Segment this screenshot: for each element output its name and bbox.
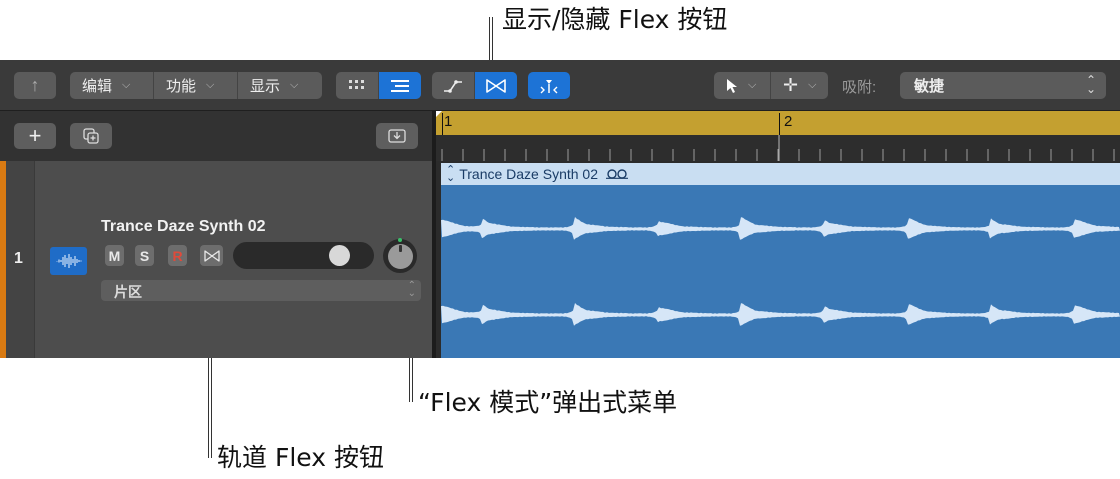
chevron-down-icon: ⌵: [290, 79, 299, 91]
region-waveform: [441, 217, 1120, 326]
loop-link-icon: [606, 169, 628, 179]
bar-marker-1: [442, 113, 443, 135]
callout-track-flex: 轨道 Flex 按钮: [217, 443, 384, 472]
view-menu[interactable]: 显示 ⌵: [238, 72, 322, 99]
bar-marker-2: [779, 113, 780, 135]
volume-slider-knob[interactable]: [329, 245, 351, 266]
collapse-tracks-button[interactable]: [376, 123, 418, 149]
record-enable-button[interactable]: R: [168, 245, 187, 266]
track-name[interactable]: Trance Daze Synth 02: [101, 218, 266, 236]
snap-mode-select[interactable]: 敏捷 ⌃ ⌄: [900, 72, 1106, 99]
grid-view-button[interactable]: [336, 72, 378, 99]
solo-button[interactable]: S: [135, 245, 154, 266]
ruler-ticks: [441, 135, 1115, 161]
track-header-toolbar: +: [0, 111, 432, 161]
snap-label: 吸附:: [842, 79, 877, 96]
list-view-button[interactable]: [378, 72, 421, 99]
flex-icon: [486, 78, 506, 93]
grid-icon: [349, 79, 364, 89]
cycle-region[interactable]: 1 2: [436, 111, 1120, 135]
flex-toggle-button[interactable]: [474, 72, 517, 99]
duplicate-icon: [83, 128, 99, 144]
chevron-down-icon: ⌵: [122, 79, 131, 91]
arrow-up-icon: ↑: [30, 75, 40, 95]
track-number: 1: [14, 250, 23, 267]
pan-knob[interactable]: [383, 238, 417, 273]
duplicate-track-button[interactable]: [70, 123, 112, 149]
add-track-button[interactable]: +: [14, 123, 56, 149]
playhead-icon: [540, 79, 558, 93]
callout-flex-toggle: 显示/隐藏 Flex 按钮: [502, 5, 728, 34]
region-header[interactable]: ⌃ ⌄ Trance Daze Synth 02: [441, 163, 1120, 185]
chevron-down-icon: ⌵: [808, 79, 817, 91]
snap-mode-value: 敏捷: [914, 78, 945, 95]
callout-flex-mode-menu: “Flex 模式”弹出式菜单: [418, 388, 678, 417]
list-icon: [391, 79, 409, 92]
track-icon[interactable]: [50, 247, 87, 275]
edit-menu[interactable]: 编辑 ⌵: [70, 72, 154, 99]
tool-group: ⌵ ✛ ⌵: [714, 72, 828, 99]
mute-label: M: [108, 247, 121, 264]
up-down-chevron-icon: ⌃ ⌄: [407, 280, 416, 299]
flex-icon: [203, 249, 220, 262]
secondary-tool-menu[interactable]: ✛ ⌵: [771, 72, 828, 99]
pointer-tool-menu[interactable]: ⌵: [714, 72, 771, 99]
chevron-down-icon: ⌵: [748, 79, 757, 91]
functions-menu[interactable]: 功能 ⌵: [154, 72, 238, 99]
plus-icon: +: [28, 123, 42, 148]
up-down-chevron-icon: ⌃ ⌄: [1085, 73, 1096, 96]
audio-region[interactable]: ⌃ ⌄ Trance Daze Synth 02: [441, 163, 1120, 358]
track-flex-button[interactable]: [200, 245, 223, 266]
catch-playhead-button[interactable]: [528, 72, 570, 99]
bar-number-1: 1: [444, 113, 453, 130]
menu-group: 编辑 ⌵ 功能 ⌵ 显示 ⌵: [70, 72, 322, 99]
logic-tracks-window: ↑ 编辑 ⌵ 功能 ⌵ 显示 ⌵ ⌵ ✛ ⌵ 吸附: 敏捷 ⌃ ⌄ + 1 Tr…: [0, 60, 1120, 358]
edit-menu-label: 编辑: [82, 78, 113, 95]
bar-number-2: 2: [784, 113, 793, 130]
ruler-start-marker: [436, 111, 442, 117]
tracks-toolbar: ↑ 编辑 ⌵ 功能 ⌵ 显示 ⌵ ⌵ ✛ ⌵ 吸附: 敏捷 ⌃ ⌄: [0, 60, 1120, 111]
audio-waveform-icon: [55, 254, 82, 268]
view-mode-group: [336, 72, 421, 99]
pointer-icon: [727, 78, 737, 93]
crosshair-icon: ✛: [783, 75, 799, 95]
record-label: R: [172, 247, 183, 264]
flex-mode-value: 片区: [114, 284, 142, 300]
chevron-down-icon: ⌵: [206, 79, 215, 91]
region-name: Trance Daze Synth 02: [459, 166, 598, 182]
view-menu-label: 显示: [250, 78, 281, 95]
solo-label: S: [139, 247, 150, 264]
track-header-row[interactable]: 1 Trance Daze Synth 02 M S R 片区 ⌃ ⌄: [0, 161, 432, 358]
volume-slider[interactable]: [233, 242, 374, 269]
region-chevron-icon: ⌃ ⌄: [446, 164, 456, 184]
automation-flex-group: [432, 72, 517, 99]
functions-menu-label: 功能: [166, 78, 197, 95]
automation-curve-icon: [444, 79, 462, 93]
up-level-button[interactable]: ↑: [14, 72, 56, 99]
timeline-ruler[interactable]: 1 2: [436, 111, 1120, 161]
flex-mode-popup[interactable]: 片区 ⌃ ⌄: [101, 280, 421, 301]
automation-button[interactable]: [432, 72, 474, 99]
mute-button[interactable]: M: [105, 245, 124, 266]
tray-down-icon: [388, 129, 406, 143]
